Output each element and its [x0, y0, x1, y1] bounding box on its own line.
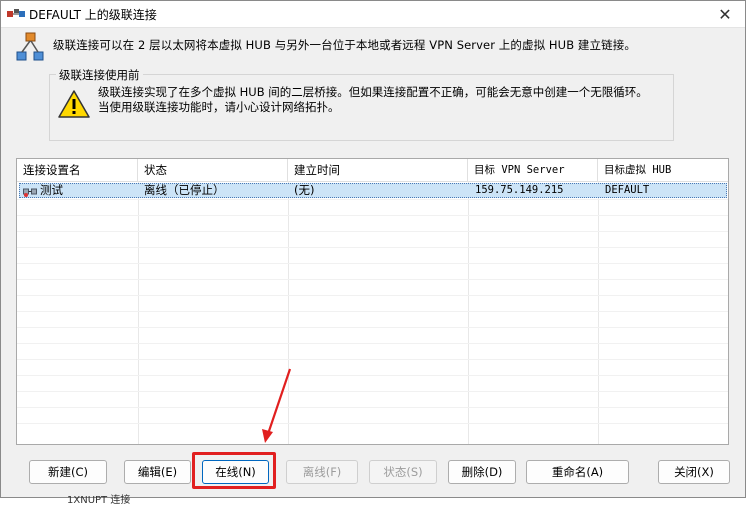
table-row[interactable]: 测试 离线（已停止） (无) 159.75.149.215 DEFAULT — [19, 183, 727, 198]
column-header-name[interactable]: 连接设置名 — [17, 159, 138, 181]
row-divider — [17, 279, 728, 280]
column-divider — [598, 181, 599, 444]
status-button[interactable]: 状态(S) — [369, 460, 437, 484]
window-title: DEFAULT 上的级联连接 — [29, 8, 157, 22]
column-divider — [468, 181, 469, 444]
warning-groupbox: 级联连接使用前 级联连接实现了在多个虚拟 HUB 间的二层桥接。但如果连接配置不… — [49, 67, 674, 141]
rename-button[interactable]: 重命名(A) — [526, 460, 629, 484]
delete-button[interactable]: 删除(D) — [448, 460, 516, 484]
row-divider — [17, 391, 728, 392]
annotation-highlight-box — [192, 452, 276, 489]
offline-button[interactable]: 离线(F) — [286, 460, 358, 484]
column-header-server[interactable]: 目标 VPN Server — [468, 159, 598, 181]
column-header-status[interactable]: 状态 — [138, 159, 288, 181]
row-divider — [17, 327, 728, 328]
edit-button[interactable]: 编辑(E) — [124, 460, 191, 484]
cell-status: 离线（已停止） — [144, 183, 225, 197]
cell-name: 测试 — [40, 183, 63, 197]
cell-hub: DEFAULT — [605, 184, 650, 196]
network-app-icon — [7, 9, 25, 17]
background-window-text: 1XNUPT 连接 — [67, 495, 131, 506]
cascade-description: 级联连接可以在 2 层以太网将本虚拟 HUB 与另外一台位于本地或者远程 VPN… — [53, 38, 636, 52]
row-divider — [17, 199, 728, 200]
close-button[interactable]: 关闭(X) — [658, 460, 730, 484]
new-button[interactable]: 新建(C) — [29, 460, 107, 484]
title-bar: DEFAULT 上的级联连接 ✕ — [1, 1, 745, 28]
cascade-connection-list[interactable]: 连接设置名 状态 建立时间 目标 VPN Server 目标虚拟 HUB 测试 … — [16, 158, 729, 445]
row-divider — [17, 311, 728, 312]
column-header-time[interactable]: 建立时间 — [288, 159, 468, 181]
row-divider — [17, 295, 728, 296]
row-divider — [17, 231, 728, 232]
column-divider — [138, 181, 139, 444]
column-divider — [288, 181, 289, 444]
column-header-hub[interactable]: 目标虚拟 HUB — [598, 159, 728, 181]
close-icon: ✕ — [718, 4, 732, 24]
window-close-button[interactable]: ✕ — [713, 3, 737, 25]
warning-text: 级联连接实现了在多个虚拟 HUB 间的二层桥接。但如果连接配置不正确，可能会无意… — [98, 85, 648, 114]
warning-icon — [58, 90, 90, 118]
warning-group-title: 级联连接使用前 — [56, 67, 143, 83]
row-divider — [17, 407, 728, 408]
cascade-connection-window: DEFAULT 上的级联连接 ✕ 级联连接可以在 2 层以太网将本虚拟 HUB … — [0, 0, 746, 506]
row-divider — [17, 343, 728, 344]
table-header: 连接设置名 状态 建立时间 目标 VPN Server 目标虚拟 HUB — [17, 159, 728, 182]
row-divider — [17, 263, 728, 264]
row-divider — [17, 423, 728, 424]
cascade-network-icon — [16, 32, 44, 61]
row-divider — [17, 375, 728, 376]
cell-server: 159.75.149.215 — [475, 184, 564, 196]
row-divider — [17, 215, 728, 216]
cell-time: (无) — [294, 183, 315, 197]
cascade-link-icon — [23, 188, 37, 197]
row-divider — [17, 247, 728, 248]
row-divider — [17, 359, 728, 360]
